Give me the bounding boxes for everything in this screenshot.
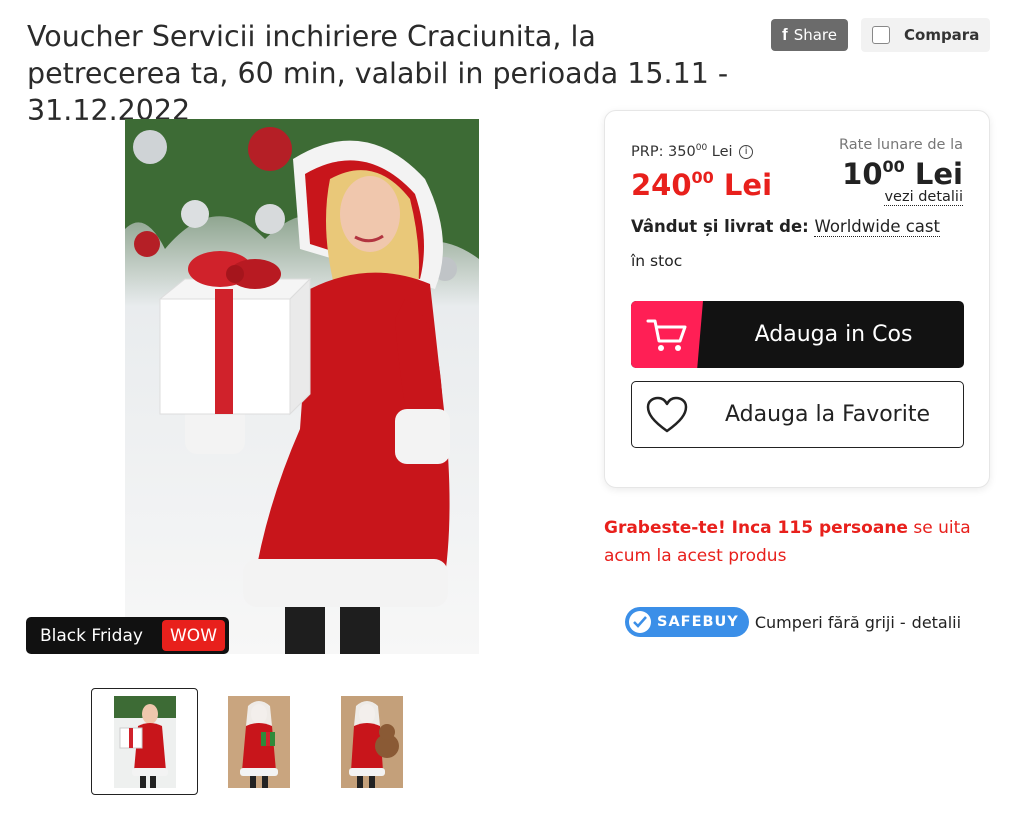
price-currency: Lei [723,168,773,202]
share-label: Share [793,26,837,44]
thumbnail-image [227,695,290,788]
prp-decimals: 00 [695,143,708,153]
add-to-cart-label: Adauga in Cos [754,322,913,347]
price-decimals: 00 [691,168,714,187]
installment-price: 1000 Lei [842,157,963,191]
rate-integer: 10 [842,157,883,191]
main-product-image[interactable] [125,119,479,654]
black-friday-badge: Black Friday WOW [26,617,229,654]
installment-details-link[interactable]: vezi detalii [884,189,963,206]
safebuy-details-link[interactable]: detalii [912,613,961,632]
wow-tag: WOW [162,620,225,651]
safebuy-info: SAFEBUY Cumperi fără griji - detalii [625,607,961,637]
installment-label: Rate lunare de la [839,137,963,153]
thumbnail-3[interactable] [318,688,425,795]
cart-icon-area [631,301,703,368]
thumbnail-image [113,695,176,788]
compare-checkbox[interactable] [872,26,890,44]
seller-info: Vândut și livrat de: Worldwide cast [631,217,940,237]
thumbnail-1[interactable] [91,688,198,795]
urgency-bold: Grabeste-te! Inca 115 persoane [604,518,908,538]
stock-status: în stoc [631,252,683,270]
price-card: PRP: 35000 Lei i 24000 Lei Rate lunare d… [604,110,990,488]
add-to-cart-button[interactable]: Adauga in Cos [631,301,964,368]
compare-label: Compara [904,26,980,44]
safebuy-label: SAFEBUY [657,614,739,630]
share-button[interactable]: f Share [771,19,848,51]
black-friday-label: Black Friday [40,625,143,646]
prp-value: PRP: 350 [631,143,696,160]
info-icon[interactable]: i [739,144,754,159]
add-to-favorites-label: Adauga la Favorite [725,402,930,427]
price-integer: 240 [631,168,692,202]
seller-link[interactable]: Worldwide cast [814,217,940,237]
thumbnail-image [340,695,403,788]
safebuy-badge: SAFEBUY [625,607,749,637]
check-icon [629,611,651,633]
facebook-icon: f [782,25,788,44]
urgency-message: Grabeste-te! Inca 115 persoane se uita a… [604,514,974,570]
compare-button[interactable]: Compara [861,18,990,52]
current-price: 24000 Lei [631,168,772,202]
rate-currency: Lei [914,157,963,191]
add-to-favorites-button[interactable]: Adauga la Favorite [631,381,964,448]
thumbnail-2[interactable] [205,688,312,795]
rate-decimals: 00 [882,157,905,176]
prp-currency: Lei [711,143,733,160]
seller-label: Vândut și livrat de: [631,217,809,236]
recommended-price: PRP: 35000 Lei i [631,143,754,160]
heart-icon [646,396,688,433]
cart-icon [646,319,687,351]
safebuy-text: Cumperi fără griji - [754,612,906,632]
